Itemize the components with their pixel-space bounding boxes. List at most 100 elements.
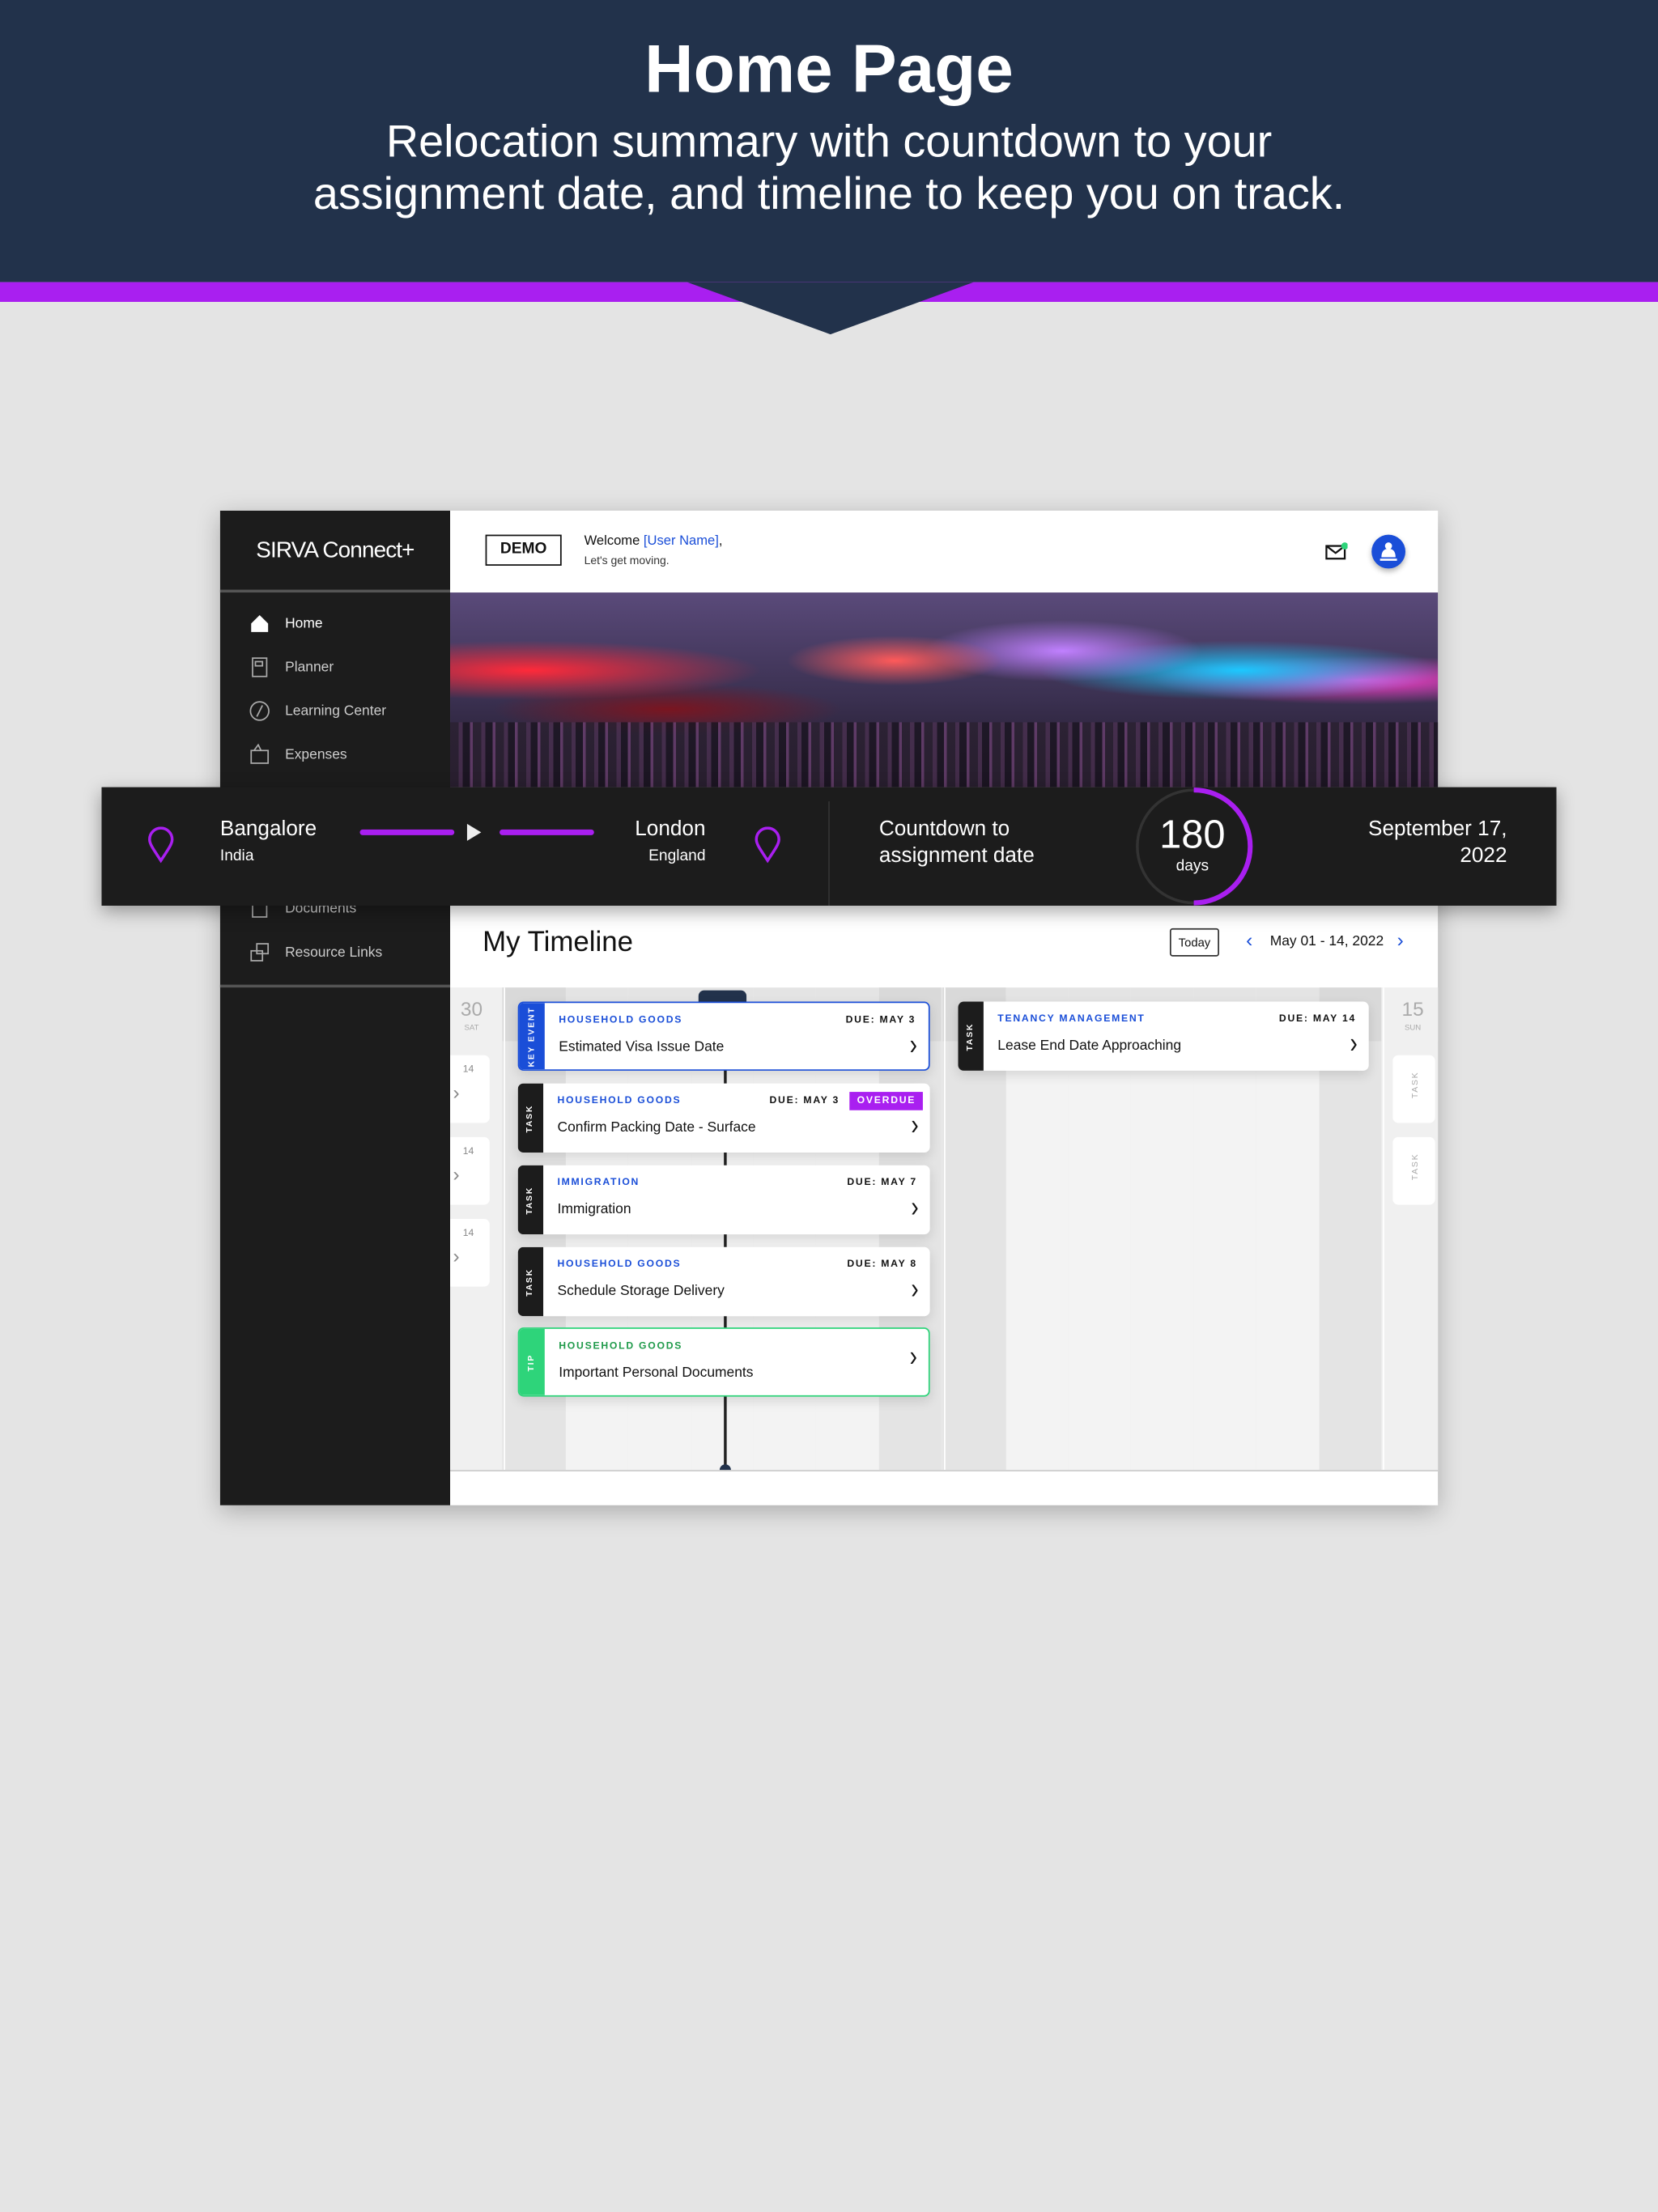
card-due-date: DUE: MAY 7 xyxy=(847,1178,917,1188)
next-range-button[interactable]: › xyxy=(1397,928,1404,951)
partial-card[interactable]: 14 › xyxy=(450,1136,490,1205)
relocation-summary-bar: Bangalore India London England Countdown… xyxy=(101,787,1557,906)
card-type-tab: KEY EVENT xyxy=(519,1003,545,1070)
partial-card[interactable]: 14 › xyxy=(450,1055,490,1123)
sidebar-item-label: Expenses xyxy=(285,746,347,763)
card-category: HOUSEHOLD GOODS xyxy=(559,1341,683,1352)
compass-icon xyxy=(249,700,271,723)
chevron-right-icon: › xyxy=(911,1192,919,1224)
timeline-card[interactable]: TASK HOUSEHOLD GOODS DUE: MAY 3 OVERDUE Conf… xyxy=(517,1083,930,1153)
wallet-icon xyxy=(249,743,271,766)
chevron-right-icon: › xyxy=(453,1162,460,1186)
countdown-unit: days xyxy=(1175,857,1209,875)
calendar-bottom-border xyxy=(450,1470,1439,1471)
card-title: Estimated Visa Issue Date xyxy=(559,1039,725,1055)
card-type-tab: TASK xyxy=(958,1001,984,1071)
card-title: Immigration xyxy=(557,1202,631,1218)
mail-icon[interactable] xyxy=(1325,541,1349,568)
sidebar-item-home[interactable]: Home xyxy=(249,609,323,638)
partial-card[interactable]: 14 › xyxy=(450,1218,490,1287)
chevron-right-icon: › xyxy=(453,1244,460,1267)
week-divider xyxy=(1383,987,1384,1471)
hero-subtitle-1: Relocation summary with countdown to you… xyxy=(385,115,1273,167)
card-category: HOUSEHOLD GOODS xyxy=(559,1015,683,1026)
day-name: SAT xyxy=(464,1024,479,1033)
user-bell-icon xyxy=(1380,542,1397,561)
card-title: Schedule Storage Delivery xyxy=(557,1284,725,1300)
sirva-logo[interactable]: SIRVA Connect+ xyxy=(219,511,451,593)
assignment-date-1: September 17, xyxy=(1368,817,1507,841)
destination-country: England xyxy=(648,847,706,865)
sidebar-item-learning-center[interactable]: Learning Center xyxy=(249,697,386,725)
day-header[interactable]: 30 SAT xyxy=(450,987,504,1042)
timeline-title: My Timeline xyxy=(483,927,634,958)
partial-card-type: TASK xyxy=(1412,1071,1421,1099)
timeline-card[interactable]: TASK IMMIGRATION DUE: MAY 7 Immigration › xyxy=(517,1165,930,1235)
hero-subtitle-2: assignment date, and timeline to keep yo… xyxy=(312,168,1346,219)
tagline: Let's get moving. xyxy=(584,554,670,567)
countdown-days: 180 xyxy=(1159,812,1226,857)
card-title: Confirm Packing Date - Surface xyxy=(557,1119,756,1136)
timeline-card[interactable]: TASK TENANCY MANAGEMENT DUE: MAY 14 Lease E… xyxy=(958,1001,1369,1071)
timeline-card[interactable]: TASK HOUSEHOLD GOODS DUE: MAY 8 Schedule St… xyxy=(517,1246,930,1317)
chevron-right-icon: › xyxy=(909,1342,917,1373)
day-number: 15 xyxy=(1401,997,1424,1021)
app-window: SIRVA Connect+ Home Planner Learning Cente… xyxy=(219,510,1439,1505)
page: Home Page Relocation summary with countd… xyxy=(0,0,1658,2212)
sidebar-item-expenses[interactable]: Expenses xyxy=(249,741,347,769)
route-line-right xyxy=(500,829,594,835)
date-range: May 01 - 14, 2022 xyxy=(1269,933,1384,950)
partial-card-due: 14 xyxy=(462,1064,474,1076)
route-line-left xyxy=(359,829,455,835)
sidebar-item-resource-links[interactable]: Resource Links xyxy=(249,938,382,966)
prev-range-button[interactable]: ‹ xyxy=(1246,928,1252,951)
card-type: TASK xyxy=(966,1021,976,1051)
countdown-label-2: assignment date xyxy=(878,843,1035,868)
profile-avatar[interactable] xyxy=(1371,534,1406,569)
planner-icon xyxy=(249,656,271,678)
card-title: Important Personal Documents xyxy=(559,1365,754,1382)
day-header[interactable]: 15 SUN xyxy=(1381,987,1439,1042)
sidebar: SIRVA Connect+ Home Planner Learning Cente… xyxy=(219,510,451,1505)
sidebar-item-planner[interactable]: Planner xyxy=(249,653,334,681)
welcome-prefix: Welcome xyxy=(584,533,644,550)
partial-card[interactable]: TASK xyxy=(1392,1136,1435,1205)
destination-pin-icon xyxy=(755,826,780,864)
card-due-date: DUE: MAY 8 xyxy=(847,1259,917,1270)
week-divider xyxy=(944,987,946,1471)
day-number: 30 xyxy=(460,997,483,1021)
chevron-right-icon: › xyxy=(909,1030,917,1062)
welcome-text: Welcome [User Name], xyxy=(585,533,723,549)
card-title: Lease End Date Approaching xyxy=(997,1038,1182,1055)
day-name: SUN xyxy=(1404,1024,1422,1033)
sidebar-item-label: Planner xyxy=(285,659,334,676)
partial-card-due: 14 xyxy=(462,1229,474,1239)
plane-arrow-icon xyxy=(466,823,482,841)
partial-card-type: TASK xyxy=(1412,1153,1421,1181)
card-type-tab: TASK xyxy=(517,1246,544,1317)
overdue-badge: OVERDUE xyxy=(849,1092,923,1110)
card-category: IMMIGRATION xyxy=(557,1178,640,1188)
timeline-calendar: 30SAT1SUN2MON3TUE4WED5THU6FRI7SAT8SUN9MO… xyxy=(450,987,1439,1471)
timeline-card[interactable]: KEY EVENT HOUSEHOLD GOODS DUE: MAY 3 Estima… xyxy=(517,1001,930,1071)
destination-city: London xyxy=(635,817,706,841)
card-due-date: DUE: MAY 3 xyxy=(769,1096,840,1106)
sidebar-item-label: Home xyxy=(285,615,323,631)
chevron-right-icon: › xyxy=(911,1274,919,1306)
card-type: TIP xyxy=(527,1353,537,1371)
assignment-date-2: 2022 xyxy=(1460,843,1507,868)
card-due-date: DUE: MAY 3 xyxy=(845,1015,916,1026)
home-icon xyxy=(249,612,271,635)
timeline-card[interactable]: TIP HOUSEHOLD GOODS Important Personal Doc… xyxy=(517,1327,930,1397)
summary-divider xyxy=(828,801,830,906)
timeline-end-dot xyxy=(719,1464,731,1471)
today-button[interactable]: Today xyxy=(1169,928,1219,957)
user-name: [User Name] xyxy=(643,533,719,550)
countdown-label-1: Countdown to xyxy=(878,817,1010,841)
partial-card-due: 14 xyxy=(462,1147,474,1157)
welcome-suffix: , xyxy=(718,533,723,550)
chevron-right-icon: › xyxy=(911,1110,919,1142)
partial-card[interactable]: TASK xyxy=(1392,1055,1435,1123)
chevron-pointer xyxy=(687,282,974,335)
card-category: TENANCY MANAGEMENT xyxy=(997,1014,1146,1025)
